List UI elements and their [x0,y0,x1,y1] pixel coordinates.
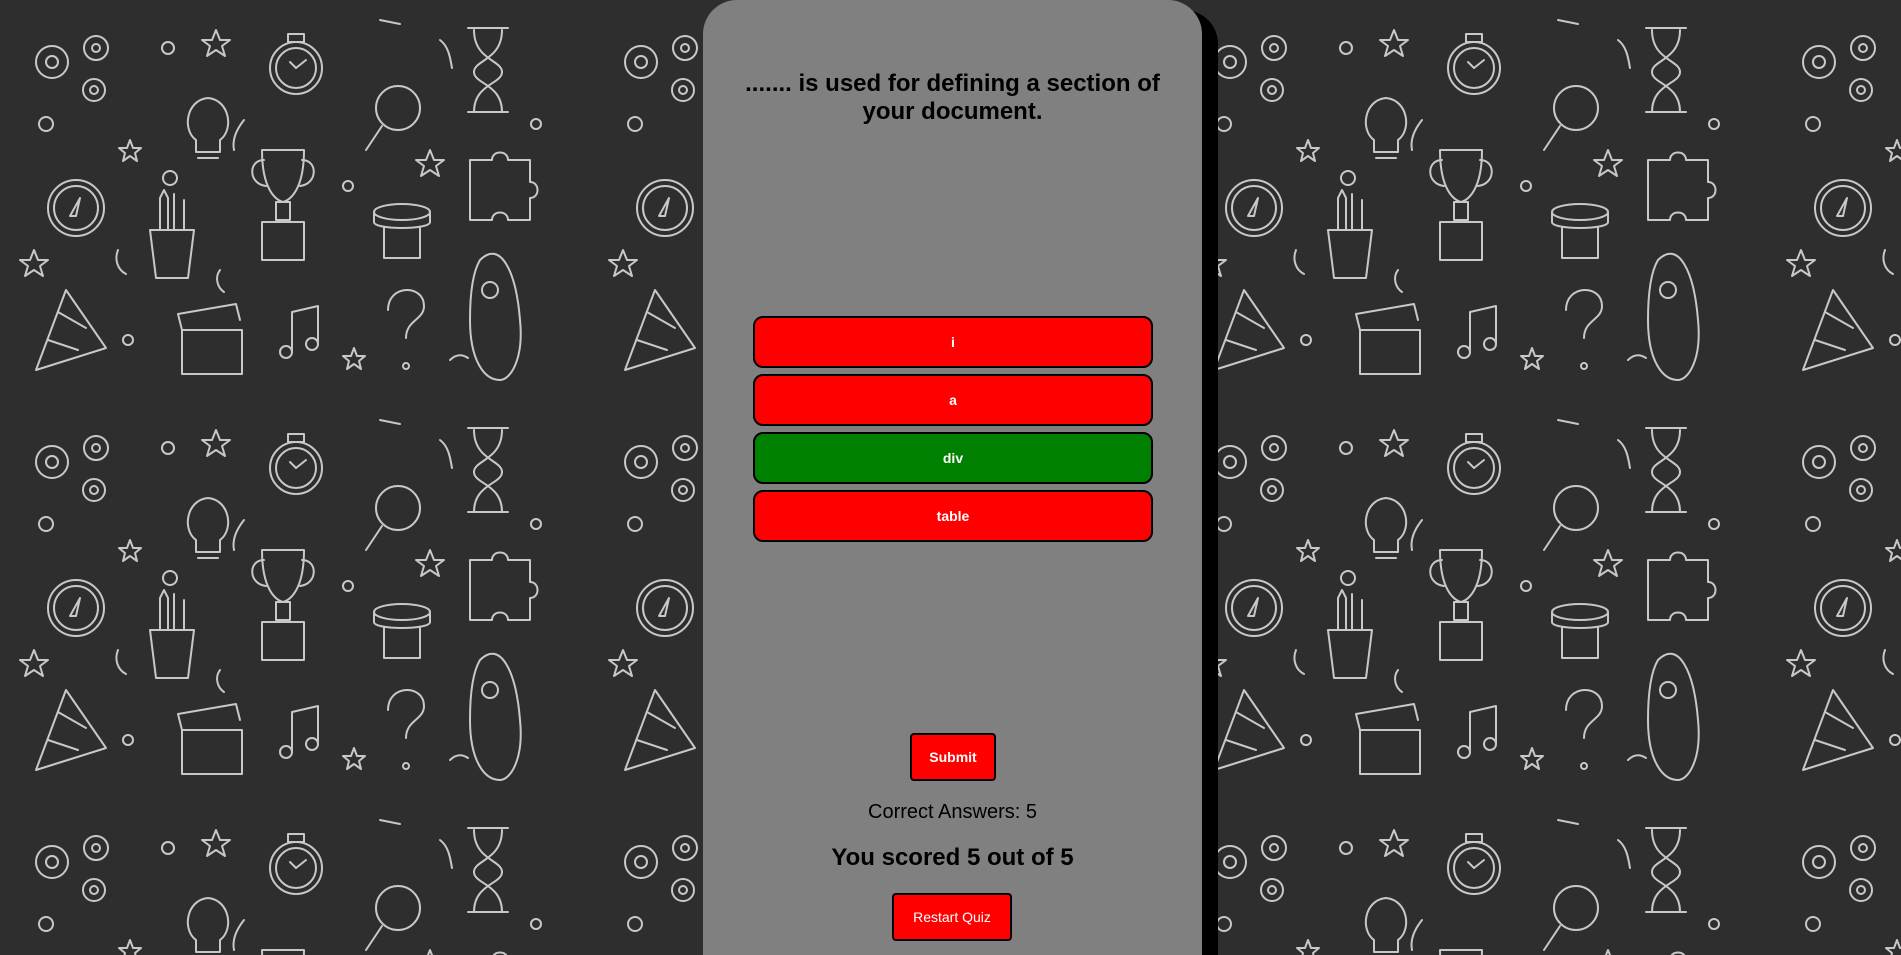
correct-answers-count: Correct Answers: 5 [868,801,1037,823]
score-text: You scored 5 out of 5 [831,844,1074,871]
submit-button[interactable]: Submit [910,733,996,781]
answer-options: i a div table [753,316,1153,548]
answer-option-i[interactable]: i [753,316,1153,368]
answer-option-a[interactable]: a [753,374,1153,426]
answer-option-div[interactable]: div [753,432,1153,484]
question-text: ....... is used for defining a section o… [745,70,1160,125]
quiz-card: ....... is used for defining a section o… [703,0,1202,955]
answer-option-table[interactable]: table [753,490,1153,542]
restart-quiz-button[interactable]: Restart Quiz [892,893,1012,941]
